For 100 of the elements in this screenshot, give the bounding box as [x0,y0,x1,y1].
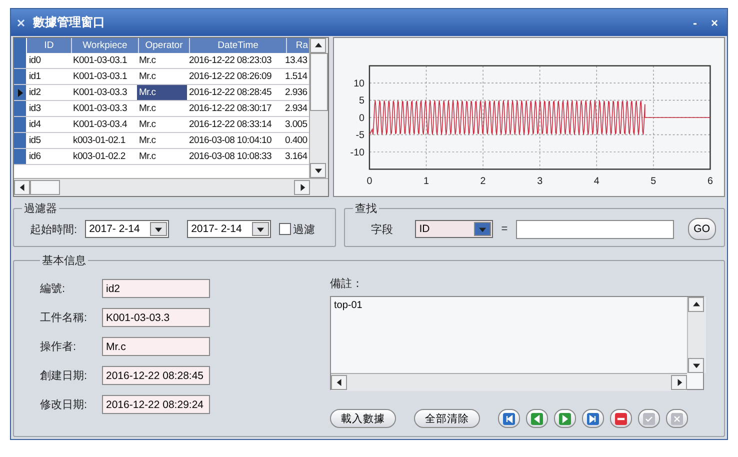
tick-label: 6 [707,176,713,187]
input-field[interactable]: K001-03-03.3 [102,308,210,327]
table-cell-text: 13.43 [284,54,308,68]
table-cell-text: id2 [28,86,42,100]
minimize-button[interactable]: - [690,16,700,30]
field-dropdown[interactable]: ID [415,220,494,238]
remarks-field[interactable]: top-01 [330,296,704,390]
previous-icon [531,412,543,424]
checkbox-label: 過濾 [293,222,316,236]
action-button[interactable]: 載入數據 [330,409,396,428]
table-cell-text: Mr.c [138,70,157,84]
field-label: 字段 [371,222,394,236]
dropdown-icon [257,226,264,232]
table-cell-text: K001-03-03.3 [72,102,128,116]
table-cell-text: Mr.c [138,54,157,68]
tick-label: 2 [480,176,486,187]
nav-button[interactable] [498,409,520,428]
down-arrow-icon [314,167,322,174]
left-arrow-icon [18,184,26,191]
nav-button[interactable] [554,409,576,428]
date-picker[interactable]: 2017- 2-14 [187,220,272,238]
tick-label: 3 [537,176,543,187]
table-cell-text: id1 [28,70,42,84]
tick-label: 5 [359,96,365,107]
input-field[interactable]: 2016-12-22 08:28:45 [102,366,210,385]
tick-label: 5 [650,176,656,187]
table-cell-text: k003-01-02.2 [72,150,126,164]
window-title: 數據管理窗口 [33,14,106,31]
tick-label: 0 [359,112,365,124]
table-cell-text: K001-03-03.1 [72,54,128,68]
table-cell-text: 2.934 [284,102,308,116]
dropdown-icon [479,226,486,232]
column-header[interactable]: Ra [287,38,309,53]
table-cell: Mr.c [137,85,187,100]
scrollbar-thumb[interactable] [310,53,328,111]
tick-label: 4 [594,176,600,187]
close-icon [671,412,683,424]
table-cell-text: id3 [28,102,42,116]
table-cell-text: Mr.c [138,134,157,148]
up-arrow-icon [692,301,700,308]
current-row-icon [18,88,22,96]
table-cell-text: 2016-12-22 08:28:45 [188,86,273,100]
table-cell-text: 2016-03-08 10:08:33 [188,150,273,164]
right-arrow-icon [676,379,682,386]
field-label: 備註： [330,276,364,291]
tick-label: 10 [354,78,365,90]
table-cell-text: K001-03-03.4 [72,118,128,132]
table-cell-text: 2016-03-08 10:04:10 [188,134,273,148]
table-cell-text: 0.400 [284,134,308,148]
window-icon [17,18,25,26]
right-arrow-icon [298,184,306,191]
table-cell-text: K001-03-03.1 [72,70,128,84]
table-cell-text: 2016-12-22 08:33:14 [188,118,273,132]
table-cell-text: 3.164 [284,150,308,164]
table-cell-text: Mr.c [138,118,157,132]
input-field[interactable]: id2 [102,279,210,298]
skip-back-icon [503,412,515,424]
group-title: 過濾器 [23,202,58,216]
group-title: 基本信息 [41,254,87,268]
scrollbar-thumb[interactable] [30,180,60,195]
table-cell-text: 2016-12-22 08:26:09 [188,70,273,84]
table-cell-text: 3.005 [284,118,308,132]
table-cell-text: 2.936 [284,86,308,100]
table-cell-text: id6 [28,150,42,164]
field-label: 操作者: [40,340,78,354]
group-title: 查找 [354,202,378,216]
left-arrow-icon [336,379,342,386]
checkbox[interactable] [279,223,292,235]
column-header[interactable]: Operator [139,38,190,53]
input-field[interactable]: Mr.c [102,337,210,356]
table-cell-text: id0 [28,54,42,68]
field-label: 創建日期: [40,369,88,383]
vertical-scrollbar[interactable] [309,38,328,178]
tick-label: -5 [356,130,365,142]
row-header[interactable] [14,85,27,100]
column-header[interactable]: DateTime [190,38,287,53]
table-cell-text: 2016-12-22 08:30:17 [188,102,273,116]
nav-button[interactable] [582,409,604,428]
go-button[interactable]: GO [688,218,716,240]
close-button[interactable]: × [708,16,721,30]
table-cell-text: 2016-12-22 08:23:03 [188,54,273,68]
column-header[interactable]: Workpiece [72,38,139,53]
nav-button[interactable] [610,409,632,428]
dropdown-icon [155,226,162,232]
check-icon [643,412,655,424]
nav-button[interactable] [526,409,548,428]
table-cell-text: id5 [28,134,42,148]
horizontal-scrollbar[interactable] [14,178,328,196]
next-icon [559,412,571,424]
column-header[interactable]: ID [27,38,72,53]
action-button[interactable]: 全部清除 [414,409,480,428]
input-field[interactable]: 2016-12-22 08:29:24 [102,395,210,414]
search-field[interactable] [516,220,674,238]
tick-label: 1 [424,176,429,187]
date-picker[interactable]: 2017- 2-14 [85,220,170,238]
up-arrow-icon [314,42,322,49]
field-label: 起始時間: [30,222,78,236]
table-cell-text: Mr.c [138,150,157,164]
tick-label: -10 [350,147,365,158]
table-cell-text: k003-01-02.1 [72,134,126,148]
